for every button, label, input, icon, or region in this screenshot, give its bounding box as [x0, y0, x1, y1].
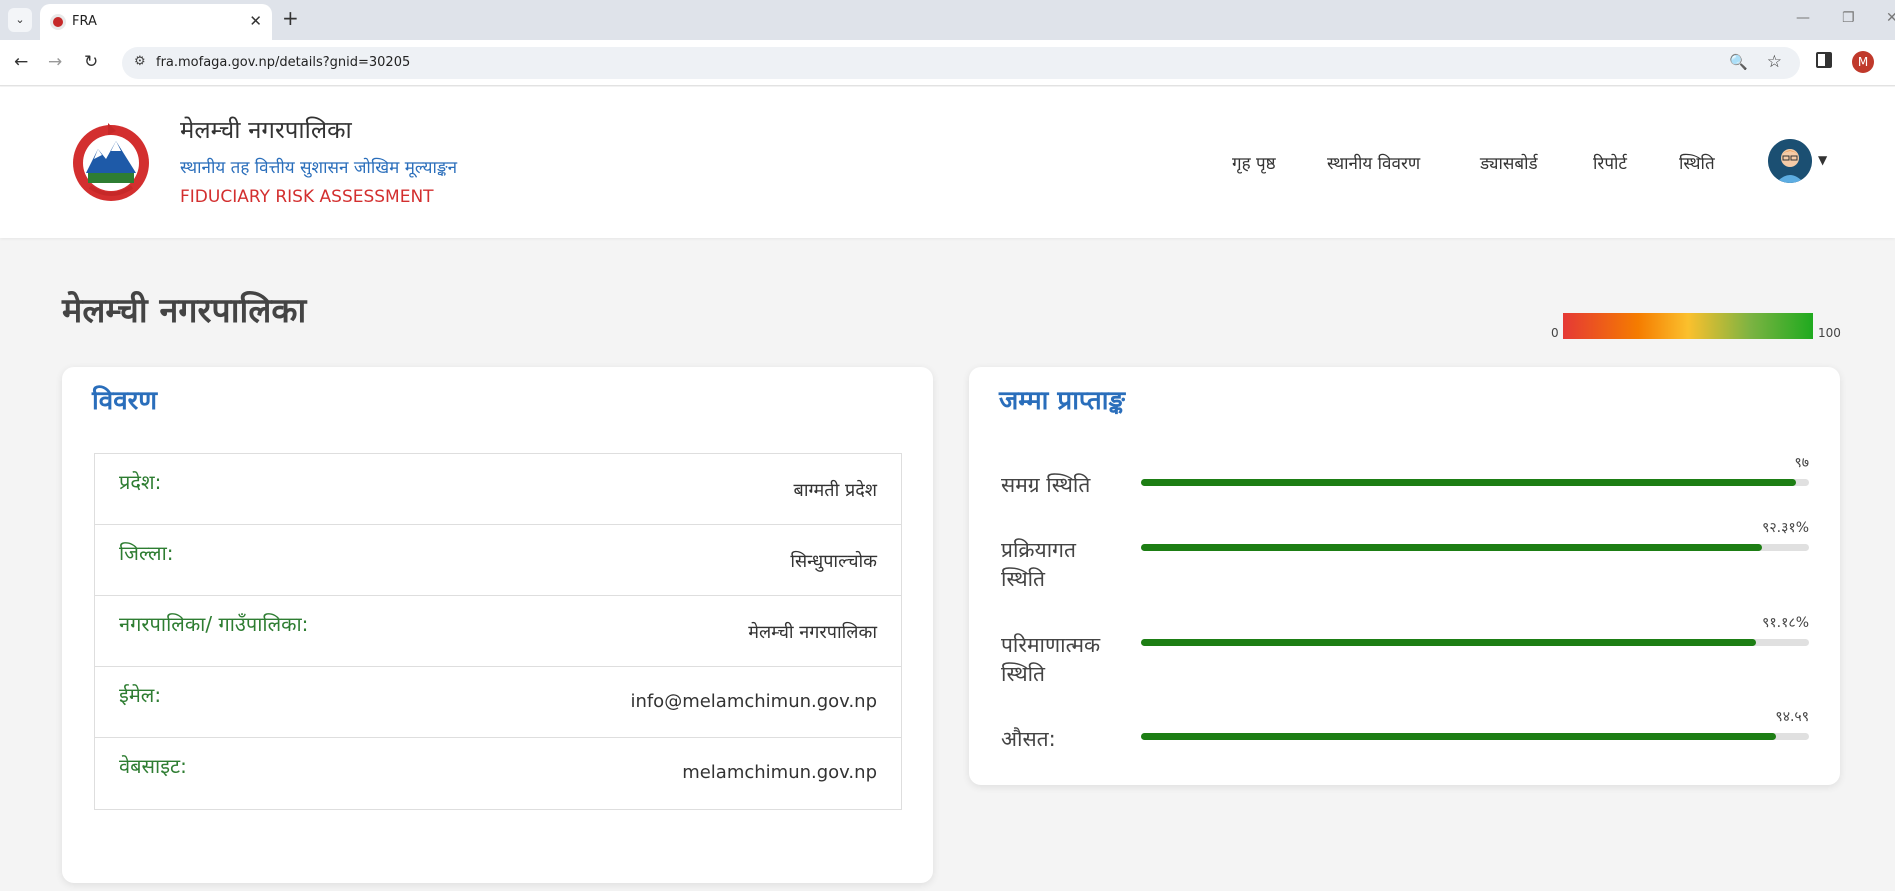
minimize-icon[interactable]: — [1796, 10, 1810, 26]
details-row-district: जिल्ला: सिन्धुपाल्चोक [95, 525, 901, 596]
details-row-municipality: नगरपालिका/ गाउँपालिका: मेलम्ची नगरपालिका [95, 596, 901, 667]
score-bar-fill [1141, 639, 1756, 646]
bookmark-star-icon[interactable]: ☆ [1767, 52, 1782, 72]
site-header: मेलम्ची नगरपालिका स्थानीय तह वित्तीय सुश… [0, 87, 1895, 238]
forward-icon[interactable]: → [48, 52, 62, 72]
details-value: info@melamchimun.gov.np [630, 691, 877, 712]
score-bar-track [1141, 733, 1809, 740]
details-table: प्रदेश: बाग्मती प्रदेश जिल्ला: सिन्धुपाल… [94, 453, 902, 810]
score-row-quantitative: ९१.१८% परिमाणात्मक स्थिति [969, 613, 1840, 693]
user-menu-caret-icon[interactable]: ▼ [1818, 153, 1827, 167]
score-bar-fill [1141, 733, 1776, 740]
risk-scale-gradient [1563, 313, 1813, 339]
details-value: बाग्मती प्रदेश [793, 480, 877, 501]
details-label: ईमेल: [119, 683, 162, 707]
nav-report[interactable]: रिपोर्ट [1593, 151, 1627, 174]
zoom-icon[interactable]: 🔍 [1729, 53, 1748, 71]
side-panel-icon[interactable] [1816, 52, 1832, 68]
brand-english: FIDUCIARY RISK ASSESSMENT [180, 187, 434, 207]
details-label: नगरपालिका/ गाउँपालिका: [119, 612, 309, 636]
score-bar-fill [1141, 544, 1763, 551]
details-row-email: ईमेल: info@melamchimun.gov.np [95, 667, 901, 738]
scale-max-label: 100 [1818, 326, 1841, 340]
details-value: मेलम्ची नगरपालिका [748, 622, 877, 643]
browser-toolbar: ← → ↻ ⚙ fra.mofaga.gov.np/details?gnid=3… [0, 40, 1895, 86]
new-tab-button[interactable]: + [282, 6, 299, 30]
score-row-average: ९४.५९ औसत: [969, 707, 1840, 787]
score-bar-fill [1141, 479, 1796, 486]
scale-min-label: 0 [1551, 326, 1559, 340]
details-heading: विवरण [92, 386, 158, 416]
score-value: ९७ [1794, 455, 1809, 471]
score-label: औसत: [1001, 727, 1056, 751]
close-window-icon[interactable]: ✕ [1886, 10, 1895, 26]
score-bar-track [1141, 544, 1809, 551]
nepal-emblem-logo [73, 123, 149, 201]
reload-icon[interactable]: ↻ [84, 52, 98, 72]
brand-name: मेलम्ची नगरपालिका [180, 116, 352, 144]
address-bar[interactable]: ⚙ fra.mofaga.gov.np/details?gnid=30205 🔍… [122, 47, 1800, 79]
details-value: सिन्धुपाल्चोक [790, 551, 877, 572]
score-value: ९२.३१% [1762, 520, 1809, 536]
details-label: प्रदेश: [119, 470, 162, 494]
details-label: जिल्ला: [119, 541, 174, 565]
details-label: वेबसाइट: [119, 754, 187, 778]
score-label: प्रक्रियागत स्थिति [1001, 538, 1076, 591]
tab-search-button[interactable]: ⌄ [8, 8, 32, 32]
score-label: समग्र स्थिति [1001, 473, 1091, 497]
score-row-procedural: ९२.३१% प्रक्रियागत स्थिति [969, 518, 1840, 598]
user-avatar[interactable] [1768, 139, 1812, 183]
tab-title: FRA [72, 14, 97, 29]
site-info-icon[interactable]: ⚙ [134, 54, 146, 69]
profile-avatar[interactable]: M [1852, 51, 1874, 73]
nav-status[interactable]: स्थिति [1679, 151, 1715, 174]
nav-home[interactable]: गृह पृष्ठ [1232, 151, 1276, 174]
browser-tab[interactable]: FRA ✕ [40, 4, 272, 40]
close-tab-icon[interactable]: ✕ [249, 12, 262, 30]
browser-tab-bar: ⌄ FRA ✕ + — ❐ ✕ [0, 0, 1895, 40]
favicon-icon [50, 14, 66, 30]
url-text[interactable]: fra.mofaga.gov.np/details?gnid=30205 [156, 55, 410, 70]
scores-card: जम्मा प्राप्ताङ्क ९७ समग्र स्थिति ९२.३१%… [969, 367, 1840, 785]
details-value: melamchimun.gov.np [682, 762, 877, 783]
scores-heading: जम्मा प्राप्ताङ्क [999, 386, 1125, 416]
user-avatar-icon [1768, 139, 1812, 183]
details-card: विवरण प्रदेश: बाग्मती प्रदेश जिल्ला: सिन… [62, 367, 933, 883]
restore-icon[interactable]: ❐ [1842, 10, 1855, 26]
nav-dashboard[interactable]: ड्यासबोर्ड [1480, 151, 1538, 174]
nav-local-details[interactable]: स्थानीय विवरण [1327, 151, 1420, 174]
score-bar-track [1141, 639, 1809, 646]
score-bar-track [1141, 479, 1809, 486]
score-value: ९१.१८% [1762, 615, 1809, 631]
details-row-province: प्रदेश: बाग्मती प्रदेश [95, 454, 901, 525]
score-label: परिमाणात्मक स्थिति [1001, 633, 1101, 686]
score-value: ९४.५९ [1775, 709, 1809, 725]
brand-subtitle: स्थानीय तह वित्तीय सुशासन जोखिम मूल्याङ्… [180, 158, 458, 178]
back-icon[interactable]: ← [14, 52, 28, 72]
details-row-website: वेबसाइट: melamchimun.gov.np [95, 738, 901, 809]
page-title: मेलम्ची नगरपालिका [62, 291, 307, 331]
